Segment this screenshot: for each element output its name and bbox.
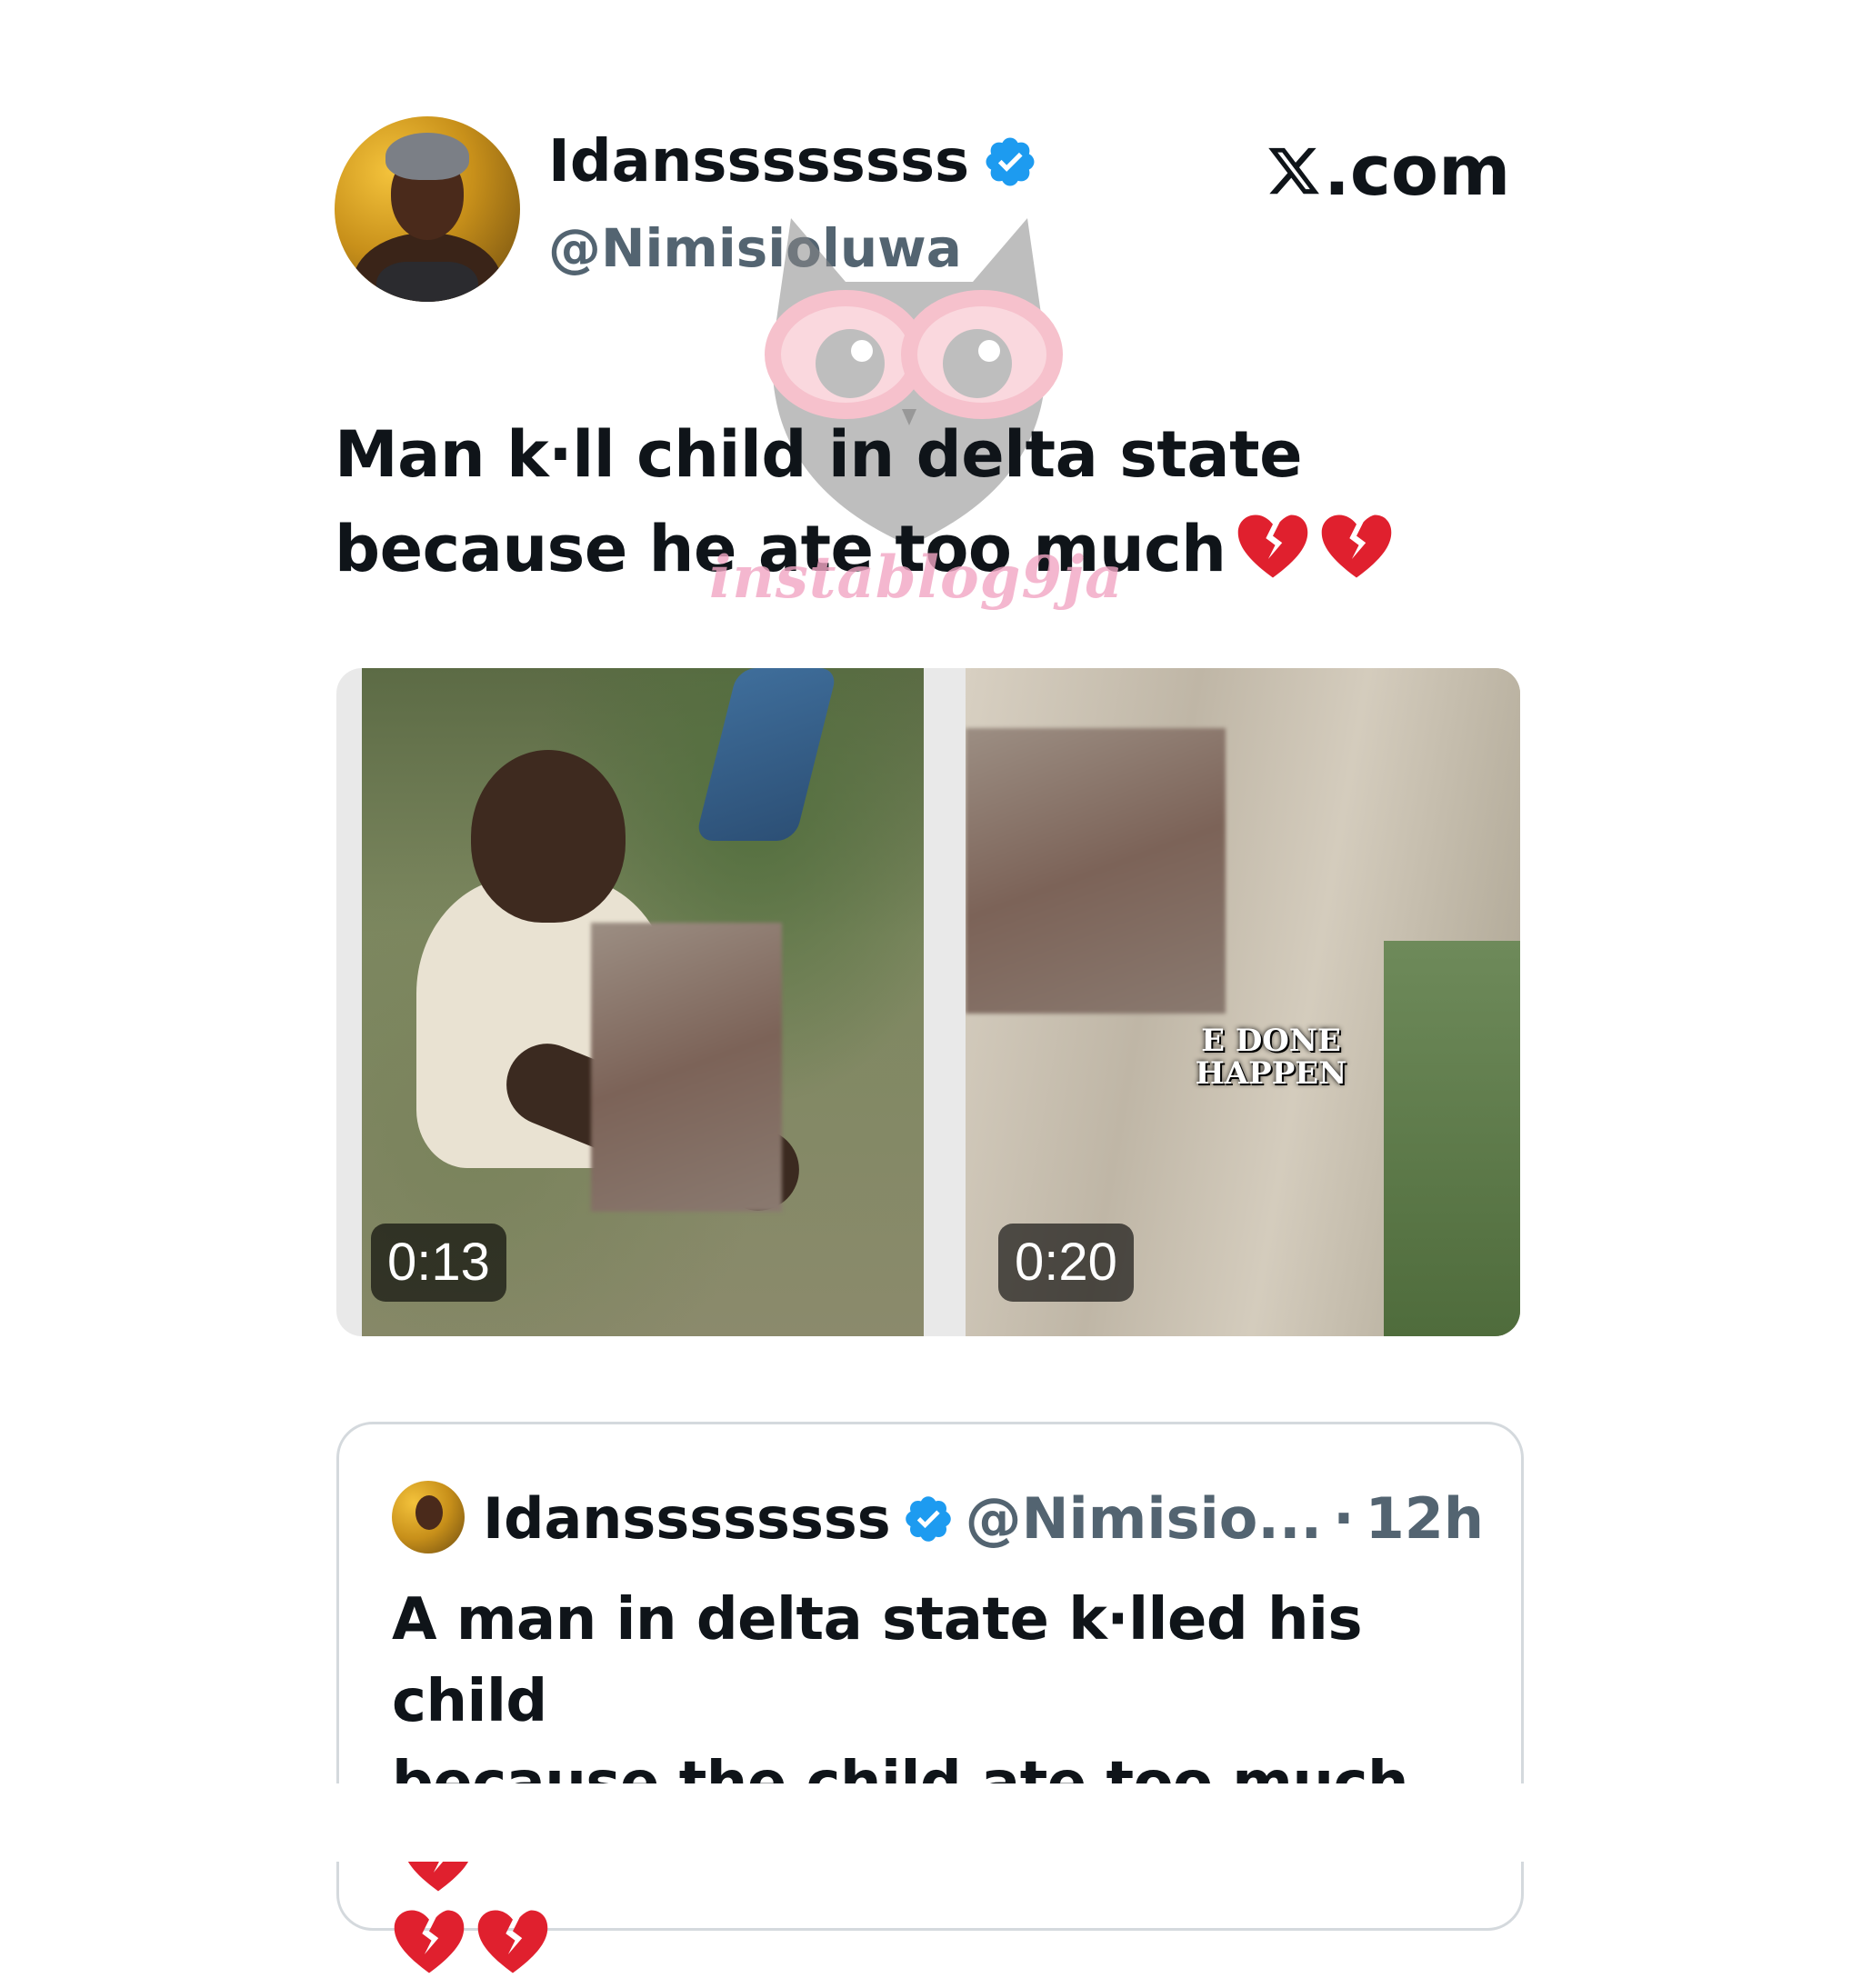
video-duration: 0:20	[998, 1224, 1134, 1302]
post-text-line-1: Man k·ll child in delta state	[335, 417, 1303, 492]
quoted-display-name[interactable]: Idanssssssss	[483, 1483, 891, 1555]
x-logo-icon	[1268, 147, 1319, 195]
broken-heart-icon	[394, 1910, 465, 1973]
avatar[interactable]	[335, 116, 520, 302]
quoted-dot-separator: ·	[1333, 1485, 1355, 1552]
video-caption: E DONE HAPPEN	[1189, 1024, 1353, 1090]
video-thumbnail-1[interactable]: 0:13	[362, 668, 924, 1336]
quoted-text-line-1: A man in delta state k·lled his child	[392, 1586, 1363, 1735]
media-grid: 0:13 E DONE HAPPEN 0:20	[336, 668, 1520, 1336]
broken-heart-icon	[1321, 514, 1391, 578]
bottom-crop	[0, 1783, 1862, 1862]
broken-heart-icon	[477, 1910, 548, 1973]
verified-badge-icon	[905, 1496, 951, 1542]
quoted-header: Idanssssssss @Nimisio... · 12h	[483, 1483, 1484, 1555]
watermark-text: instablog9ja	[709, 544, 1124, 612]
video-duration: 0:13	[371, 1224, 506, 1302]
quoted-text-line-3	[392, 1906, 1483, 1988]
quoted-timestamp[interactable]: 12h	[1366, 1483, 1484, 1555]
quoted-handle[interactable]: @Nimisio...	[966, 1483, 1322, 1555]
site-label-text: .com	[1324, 130, 1511, 211]
video-thumbnail-2[interactable]: E DONE HAPPEN 0:20	[966, 668, 1520, 1336]
video-caption-line-1: E DONE	[1201, 1023, 1341, 1059]
video-caption-line-2: HAPPEN	[1195, 1055, 1347, 1092]
site-label: .com	[1266, 136, 1510, 205]
broken-heart-icon	[1237, 514, 1307, 578]
quoted-avatar[interactable]	[392, 1481, 465, 1553]
